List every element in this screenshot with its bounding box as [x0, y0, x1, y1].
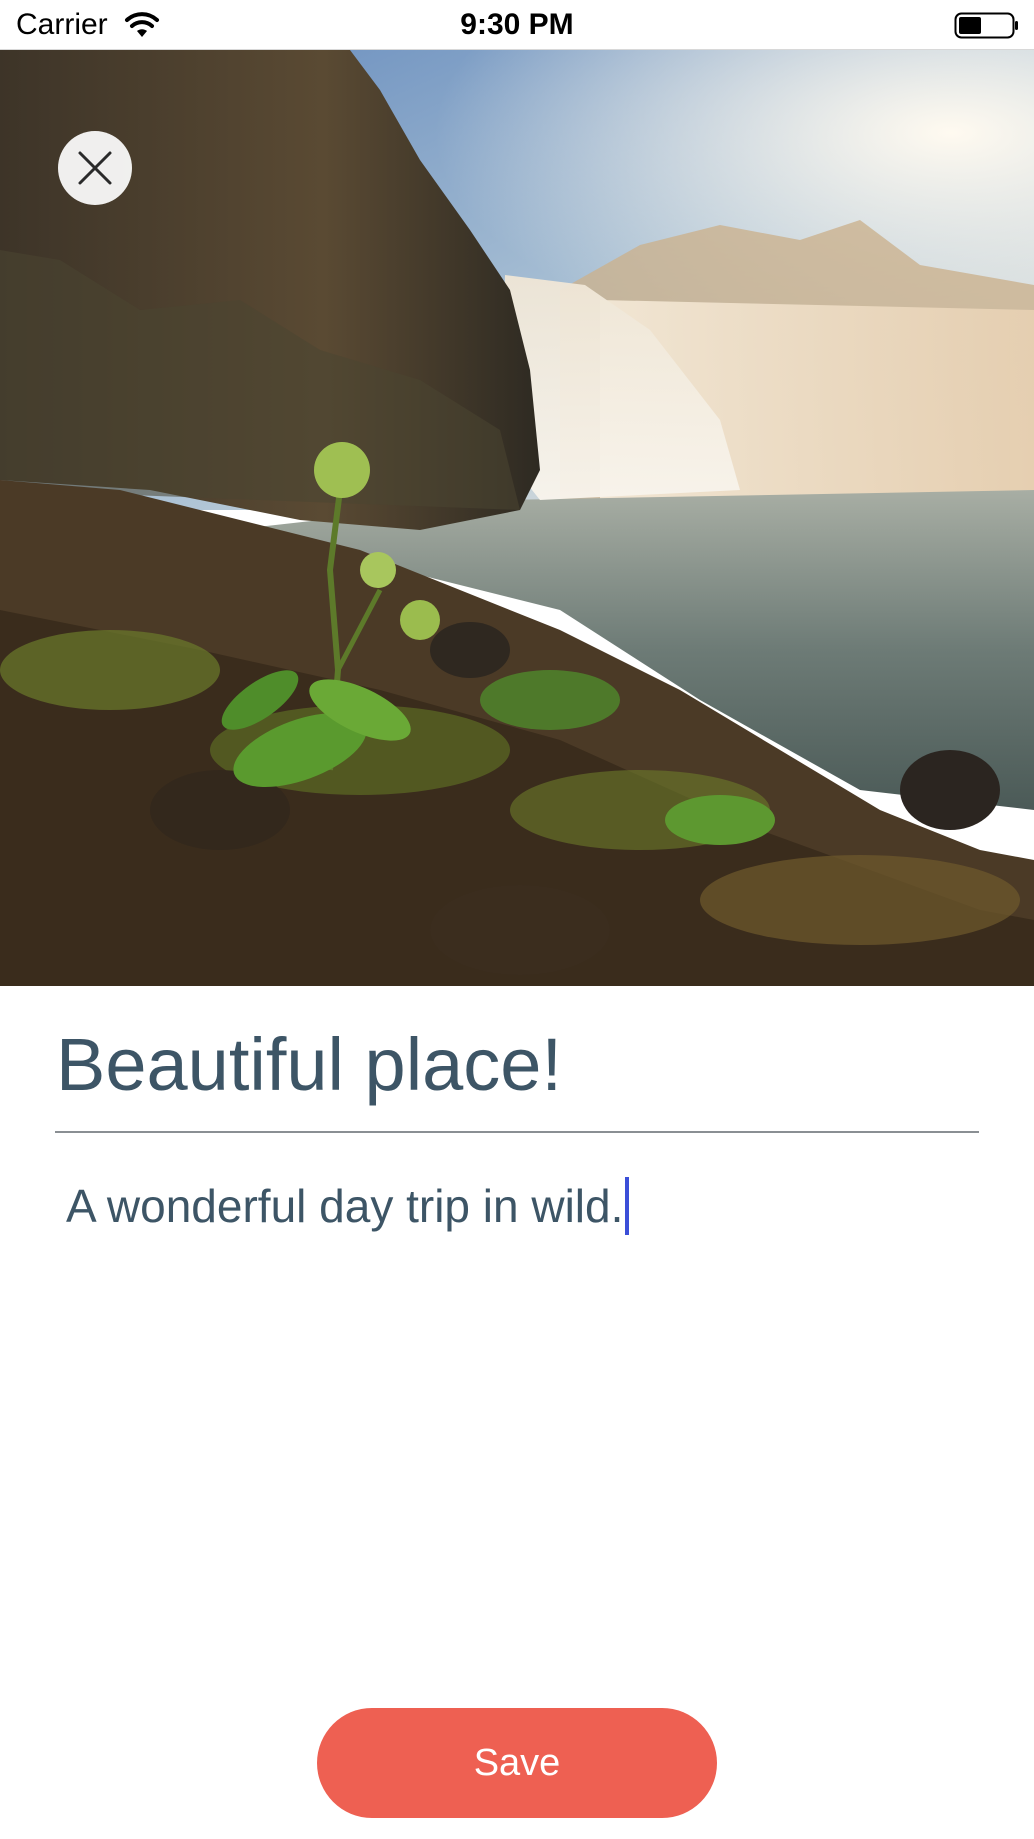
close-button[interactable]	[58, 131, 132, 205]
title-divider	[55, 1131, 979, 1133]
close-icon	[78, 151, 112, 185]
status-bar: Carrier 9:30 PM	[0, 0, 1034, 50]
text-caret	[625, 1176, 630, 1235]
clock-time: 9:30 PM	[460, 8, 574, 41]
waterfall-photo	[0, 50, 1034, 986]
battery-icon	[954, 12, 1018, 39]
save-button[interactable]: Save	[317, 1708, 717, 1818]
title-input[interactable]: Beautiful place!	[56, 1010, 976, 1120]
description-field[interactable]: A wonderful day trip in wild.	[66, 1176, 966, 1238]
hero-photo	[0, 50, 1034, 986]
description-text: A wonderful day trip in wild.	[66, 1180, 624, 1232]
